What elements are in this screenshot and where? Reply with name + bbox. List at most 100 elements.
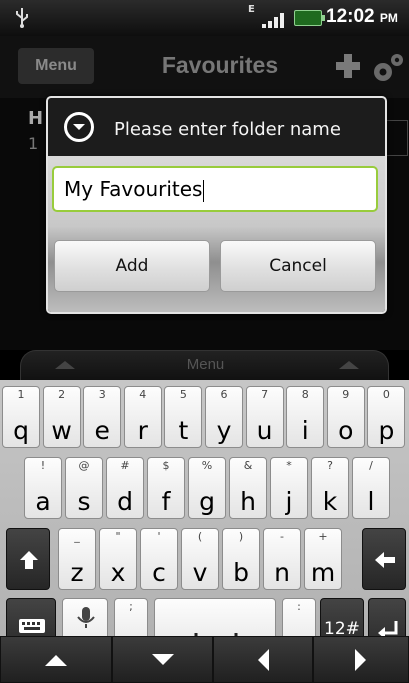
key-x[interactable]: " x [99,528,137,590]
key-secondary-label: / [369,459,373,472]
backspace-key[interactable] [362,528,406,590]
key-secondary-label: & [243,459,253,472]
usb-icon [16,8,28,28]
key-r[interactable]: 4r [123,386,162,448]
key-secondary-label: 7 [261,388,269,401]
key-c[interactable]: ' c [140,528,178,590]
nav-down-button[interactable] [112,636,213,683]
key-secondary-label: 5 [179,388,187,401]
key-v[interactable]: (v [181,528,219,590]
list-item-graph-icon [384,120,408,156]
key-secondary-label: " [115,530,121,543]
signal-icon [262,13,284,28]
chevron-up-icon [339,361,359,369]
key-label: b [233,558,249,587]
nav-left-button[interactable] [213,636,313,683]
cancel-button[interactable]: Cancel [220,240,376,292]
dialog-title-bar: Please enter folder name [48,98,385,162]
key-secondary-label: # [120,459,130,472]
key-secondary-label: ! [40,459,46,472]
key-label: j [285,487,293,516]
backspace-icon [375,552,395,568]
key-j[interactable]: * j [270,457,308,519]
folder-name-dialog: Please enter folder name My Favourites A… [46,96,387,314]
keyboard-menu-tab[interactable]: Menu [20,350,389,380]
key-secondary-label: 6 [220,388,228,401]
key-y[interactable]: 6y [205,386,243,448]
dialog-dropdown-icon [64,112,94,142]
key-label: d [117,487,133,516]
key-secondary-label: + [318,530,328,543]
key-a[interactable]: ! a [24,457,62,519]
soft-keyboard: Menu 1q2w3e4r5t6y7u8i9o0p ! a @ s # d $ f% g & h * j… [0,350,409,683]
menu-button[interactable]: Menu [18,48,94,84]
dialog-body: My Favourites Add Cancel [48,156,385,312]
nav-right-button[interactable] [313,636,409,683]
key-label: k [322,487,338,516]
key-label: y [216,416,232,445]
page-title: Favourites [161,52,279,78]
key-label: w [51,416,72,445]
folder-name-text: My Favourites [64,177,203,201]
key-z[interactable]: _ z [58,528,96,590]
shift-icon [20,551,38,569]
shift-key[interactable] [6,528,50,590]
key-d[interactable]: # d [106,457,144,519]
key-secondary-label: 4 [139,388,147,401]
nav-left-icon [258,648,269,671]
clock: 12:02 PM [326,6,398,27]
key-g[interactable]: % g [188,457,226,519]
status-bar: E 12:02 PM [0,0,409,36]
add-button[interactable]: Add [54,240,210,292]
key-label: o [338,416,354,445]
key-label: e [94,416,110,445]
folder-name-input[interactable]: My Favourites [52,166,378,212]
key-label: v [192,558,208,587]
battery-icon [294,10,325,26]
key-secondary-label: ? [327,459,333,472]
key-i[interactable]: 8i [286,386,325,448]
key-o[interactable]: 9o [326,386,365,448]
key-w[interactable]: 2w [42,386,81,448]
nav-right-icon [355,648,366,671]
key-s[interactable]: @ s [65,457,103,519]
key-secondary-label: 9 [342,388,350,401]
keyboard-menu-label: Menu [186,356,225,373]
nav-down-icon [151,653,174,665]
settings-icon[interactable] [370,50,406,86]
key-f[interactable]: $ f [147,457,185,519]
key-p[interactable]: 0p [367,386,406,448]
key-l[interactable]: / l [352,457,390,519]
key-n[interactable]: -n [263,528,301,590]
key-secondary-label: $ [162,459,170,472]
key-label: u [256,416,273,445]
key-label: a [35,487,51,516]
key-h[interactable]: & h [229,457,267,519]
key-label: z [70,558,84,587]
key-label: q [13,416,29,445]
list-item-title: H [28,108,44,129]
key-q[interactable]: 1q [2,386,40,448]
key-label: r [137,416,148,445]
key-secondary-label: 2 [58,388,66,401]
add-icon[interactable] [330,48,366,84]
key-m[interactable]: + m [304,528,342,590]
key-t[interactable]: 5t [164,386,203,448]
key-label: c [152,558,166,587]
key-secondary-label: _ [74,530,80,543]
key-label: m [310,558,336,587]
key-secondary-label: * [286,459,292,472]
network-type: E [248,4,255,15]
key-k[interactable]: ? k [311,457,349,519]
nav-up-icon [45,654,67,666]
key-secondary-label: @ [78,459,90,472]
dialog-title: Please enter folder name [114,119,341,140]
key-secondary-label: - [280,530,284,543]
key-label: h [240,487,256,516]
key-u[interactable]: 7u [245,386,284,448]
key-secondary-label: 0 [382,388,390,401]
key-e[interactable]: 3e [83,386,122,448]
key-b[interactable]: ) b [222,528,260,590]
key-secondary-label: ) [238,530,244,543]
nav-up-button[interactable] [0,636,112,683]
